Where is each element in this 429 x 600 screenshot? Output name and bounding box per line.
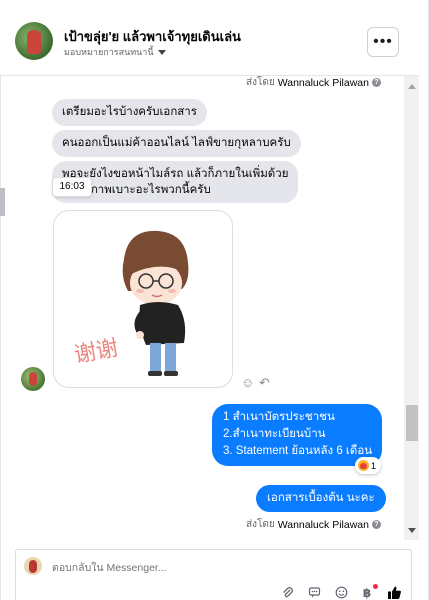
scroll-up-arrow-icon[interactable] bbox=[408, 84, 416, 89]
incoming-message[interactable]: เตรียมอะไรบ้างครับเอกสาร bbox=[52, 99, 207, 126]
message-line: ครับสภาพเบาะอะไรพวกนี้ครับ bbox=[62, 184, 211, 196]
info-icon[interactable]: ? bbox=[371, 520, 381, 529]
message-line: 2.สำเนาทะเบียนบ้าน bbox=[223, 428, 326, 440]
info-icon[interactable]: ? bbox=[371, 78, 381, 87]
reply-composer bbox=[15, 549, 412, 600]
sent-by-label: ส่งโดย Wannaluck Pilawan ? bbox=[246, 517, 381, 532]
sticker-caption: 谢谢 bbox=[72, 336, 120, 368]
incoming-message[interactable]: คนออกเป็นแม่ค้าออนไลน์ ไลฟ์ขายกุหลาบครับ bbox=[52, 130, 301, 157]
contact-name[interactable]: เป้าขลุ่ย'ย แล้วพาเจ้าทุยเดินเล่น bbox=[64, 26, 241, 47]
message-line: พอจะยังไงขอหน้าไมล์รถ แล้วก็ภายในเพิ่มด้… bbox=[62, 168, 289, 180]
sender-name: Wannaluck Pilawan bbox=[277, 76, 369, 89]
caret-down-icon bbox=[157, 49, 166, 55]
like-thumb-icon[interactable] bbox=[386, 585, 402, 600]
attachment-icon[interactable] bbox=[279, 585, 295, 600]
sender-name: Wannaluck Pilawan bbox=[277, 518, 369, 531]
more-options-button[interactable]: ••• bbox=[367, 27, 399, 57]
reply-input[interactable] bbox=[52, 562, 352, 574]
outgoing-message[interactable]: 1 สำเนาบัตรประชาชน 2.สำเนาทะเบียนบ้าน 3.… bbox=[212, 404, 382, 466]
saved-replies-icon[interactable] bbox=[306, 585, 322, 600]
love-reaction-icon bbox=[358, 460, 369, 471]
scrollbar-thumb[interactable] bbox=[406, 405, 418, 441]
thank-you-sticker-image: 谢谢 bbox=[72, 230, 189, 376]
assign-label: มอบหมายการสนทนานี้ bbox=[64, 47, 154, 57]
message-line: 3. Statement ย้อนหลัง 6 เดือน bbox=[223, 445, 373, 457]
left-edge-marker bbox=[0, 188, 5, 216]
scroll-down-arrow-icon[interactable] bbox=[408, 528, 416, 533]
sent-by-prefix: ส่งโดย bbox=[246, 77, 275, 88]
reply-arrow-icon[interactable]: ↶ bbox=[259, 376, 270, 390]
assign-conversation-dropdown[interactable]: มอบหมายการสนทนานี้ bbox=[64, 45, 166, 59]
sent-by-prefix: ส่งโดย bbox=[246, 519, 275, 530]
sent-by-label: ส่งโดย Wannaluck Pilawan ? bbox=[246, 75, 381, 90]
message-line: 1 สำเนาบัตรประชาชน bbox=[223, 411, 335, 423]
sticker-message[interactable]: 谢谢 bbox=[53, 210, 233, 388]
emoji-icon[interactable] bbox=[333, 585, 349, 600]
contact-avatar-small[interactable] bbox=[21, 367, 45, 391]
timestamp-tooltip: 16:03 bbox=[52, 177, 92, 197]
notification-dot bbox=[373, 584, 378, 589]
message-reaction[interactable]: 1 bbox=[355, 457, 382, 474]
contact-avatar[interactable] bbox=[15, 22, 53, 60]
react-emoji-icon[interactable]: ☺ bbox=[241, 376, 254, 390]
outgoing-message[interactable]: เอกสารเบื้องต้น นะคะ bbox=[256, 485, 386, 512]
conversation-header: เป้าขลุ่ย'ย แล้วพาเจ้าทุยเดินเล่น มอบหมา… bbox=[0, 0, 419, 76]
page-avatar bbox=[24, 557, 42, 575]
reaction-count: 1 bbox=[371, 460, 377, 471]
scrollbar-track[interactable] bbox=[404, 76, 419, 540]
